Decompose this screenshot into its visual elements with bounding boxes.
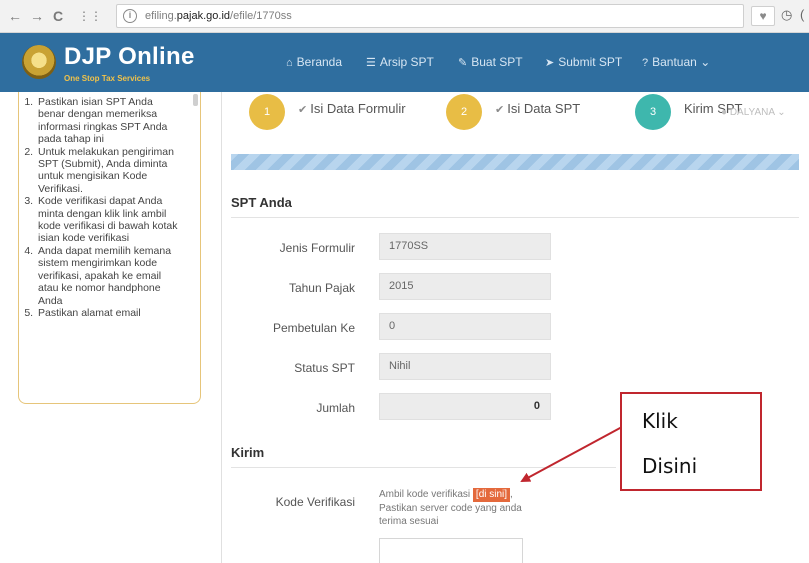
app-subtitle: One Stop Tax Services bbox=[64, 74, 151, 83]
kode-verifikasi-label: Kode Verifikasi bbox=[275, 495, 355, 509]
section-divider bbox=[231, 467, 616, 468]
check-icon: ✔ bbox=[495, 104, 505, 116]
instruction-item: Untuk melakukan pengiriman SPT (Submit),… bbox=[36, 146, 182, 196]
check-icon: ✔ bbox=[298, 104, 308, 116]
section-divider bbox=[231, 217, 799, 218]
chevron-down-icon: ⌄ bbox=[700, 55, 711, 69]
status-spt-label: Status SPT bbox=[294, 361, 355, 375]
kirim-section-title: Kirim bbox=[231, 445, 265, 460]
apps-grid-icon[interactable]: ⋮⋮ bbox=[78, 7, 102, 25]
tahun-pajak-field: 2015 bbox=[379, 273, 551, 300]
main-panel: 1 ✔ Isi Data Formulir 2 ✔ Isi Data SPT 3 K… bbox=[221, 92, 809, 563]
instruction-item: Pastikan alamat email bbox=[36, 307, 182, 319]
app-title[interactable]: DJP Online bbox=[64, 43, 195, 71]
send-icon: ➤ bbox=[545, 57, 555, 69]
instructions-sidebar[interactable]: Pastikan isian SPT Anda benar dengan mem… bbox=[18, 92, 201, 404]
tahun-pajak-label: Tahun Pajak bbox=[288, 281, 355, 295]
list-icon: ☰ bbox=[366, 57, 376, 69]
pembetulan-label: Pembetulan Ke bbox=[272, 321, 355, 335]
instruction-item: Anda dapat memilih kemana sistem mengiri… bbox=[36, 245, 182, 307]
instruction-item: Kode verifikasi dapat Anda minta dengan … bbox=[36, 195, 182, 245]
step-2-circle: 2 bbox=[446, 94, 482, 130]
pembetulan-field: 0 bbox=[379, 313, 551, 340]
menu-bantuan[interactable]: ? Bantuan ⌄ bbox=[642, 55, 710, 69]
edit-icon: ✎ bbox=[458, 57, 468, 69]
step-1-label: ✔ Isi Data Formulir bbox=[298, 101, 406, 116]
menu-beranda[interactable]: ⌂ Beranda bbox=[286, 55, 342, 69]
reload-icon[interactable]: C bbox=[53, 7, 63, 25]
step-2-label: ✔ Isi Data SPT bbox=[495, 101, 581, 116]
sidebar-scrollbar[interactable] bbox=[193, 94, 198, 106]
home-icon: ⌂ bbox=[286, 57, 293, 69]
menu-buat-spt[interactable]: ✎ Buat SPT bbox=[458, 55, 523, 69]
jumlah-label: Jumlah bbox=[316, 401, 355, 415]
progress-bar bbox=[231, 154, 799, 170]
menu-arsip-spt[interactable]: ☰ Arsip SPT bbox=[366, 55, 434, 69]
forward-icon[interactable]: → bbox=[30, 7, 44, 25]
app-header: DJP Online One Stop Tax Services ⌂ Berand… bbox=[0, 33, 809, 92]
jumlah-field: 0 bbox=[379, 393, 551, 420]
kode-verifikasi-input[interactable] bbox=[379, 538, 523, 563]
step-1-circle: 1 bbox=[249, 94, 285, 130]
djp-logo-seal-icon[interactable] bbox=[22, 45, 56, 79]
url-text: efiling.pajak.go.id/efile/1770ss bbox=[145, 10, 292, 22]
user-icon: ● bbox=[721, 107, 728, 118]
callout-box: Klik Disini bbox=[620, 392, 762, 491]
back-icon[interactable]: ← bbox=[8, 7, 22, 25]
callout-line-1: Klik bbox=[642, 409, 678, 433]
extension-icon[interactable]: ( bbox=[800, 7, 804, 22]
ambil-kode-link[interactable]: [di sini] bbox=[472, 488, 511, 502]
jenis-formulir-field: 1770SS bbox=[379, 233, 551, 260]
step-3-circle: 3 bbox=[635, 94, 671, 130]
kode-verifikasi-help: Ambil kode verifikasi [di sini], Pastika… bbox=[379, 488, 522, 527]
spt-section-title: SPT Anda bbox=[231, 195, 292, 210]
user-menu[interactable]: ● DALYANA ⌄ bbox=[721, 107, 786, 118]
screenshot-root: ← → C ⋮⋮ i efiling.pajak.go.id/efile/177… bbox=[0, 0, 809, 563]
question-icon: ? bbox=[642, 57, 649, 69]
address-bar[interactable]: i efiling.pajak.go.id/efile/1770ss bbox=[116, 4, 744, 28]
instructions-list: Pastikan isian SPT Anda benar dengan mem… bbox=[36, 96, 182, 319]
chevron-down-icon: ⌄ bbox=[777, 107, 786, 118]
browser-toolbar: ← → C ⋮⋮ i efiling.pajak.go.id/efile/177… bbox=[0, 0, 809, 33]
jenis-formulir-label: Jenis Formulir bbox=[279, 241, 355, 255]
menu-submit-spt[interactable]: ➤ Submit SPT bbox=[545, 55, 622, 69]
page-info-icon[interactable]: i bbox=[123, 9, 137, 23]
status-spt-field: Nihil bbox=[379, 353, 551, 380]
bookmark-heart-icon[interactable]: ♥ bbox=[751, 6, 775, 26]
callout-line-2: Disini bbox=[642, 454, 698, 478]
instruction-item: Pastikan isian SPT Anda benar dengan mem… bbox=[36, 96, 182, 146]
extension-clock-icon[interactable]: ◷ bbox=[781, 7, 792, 23]
